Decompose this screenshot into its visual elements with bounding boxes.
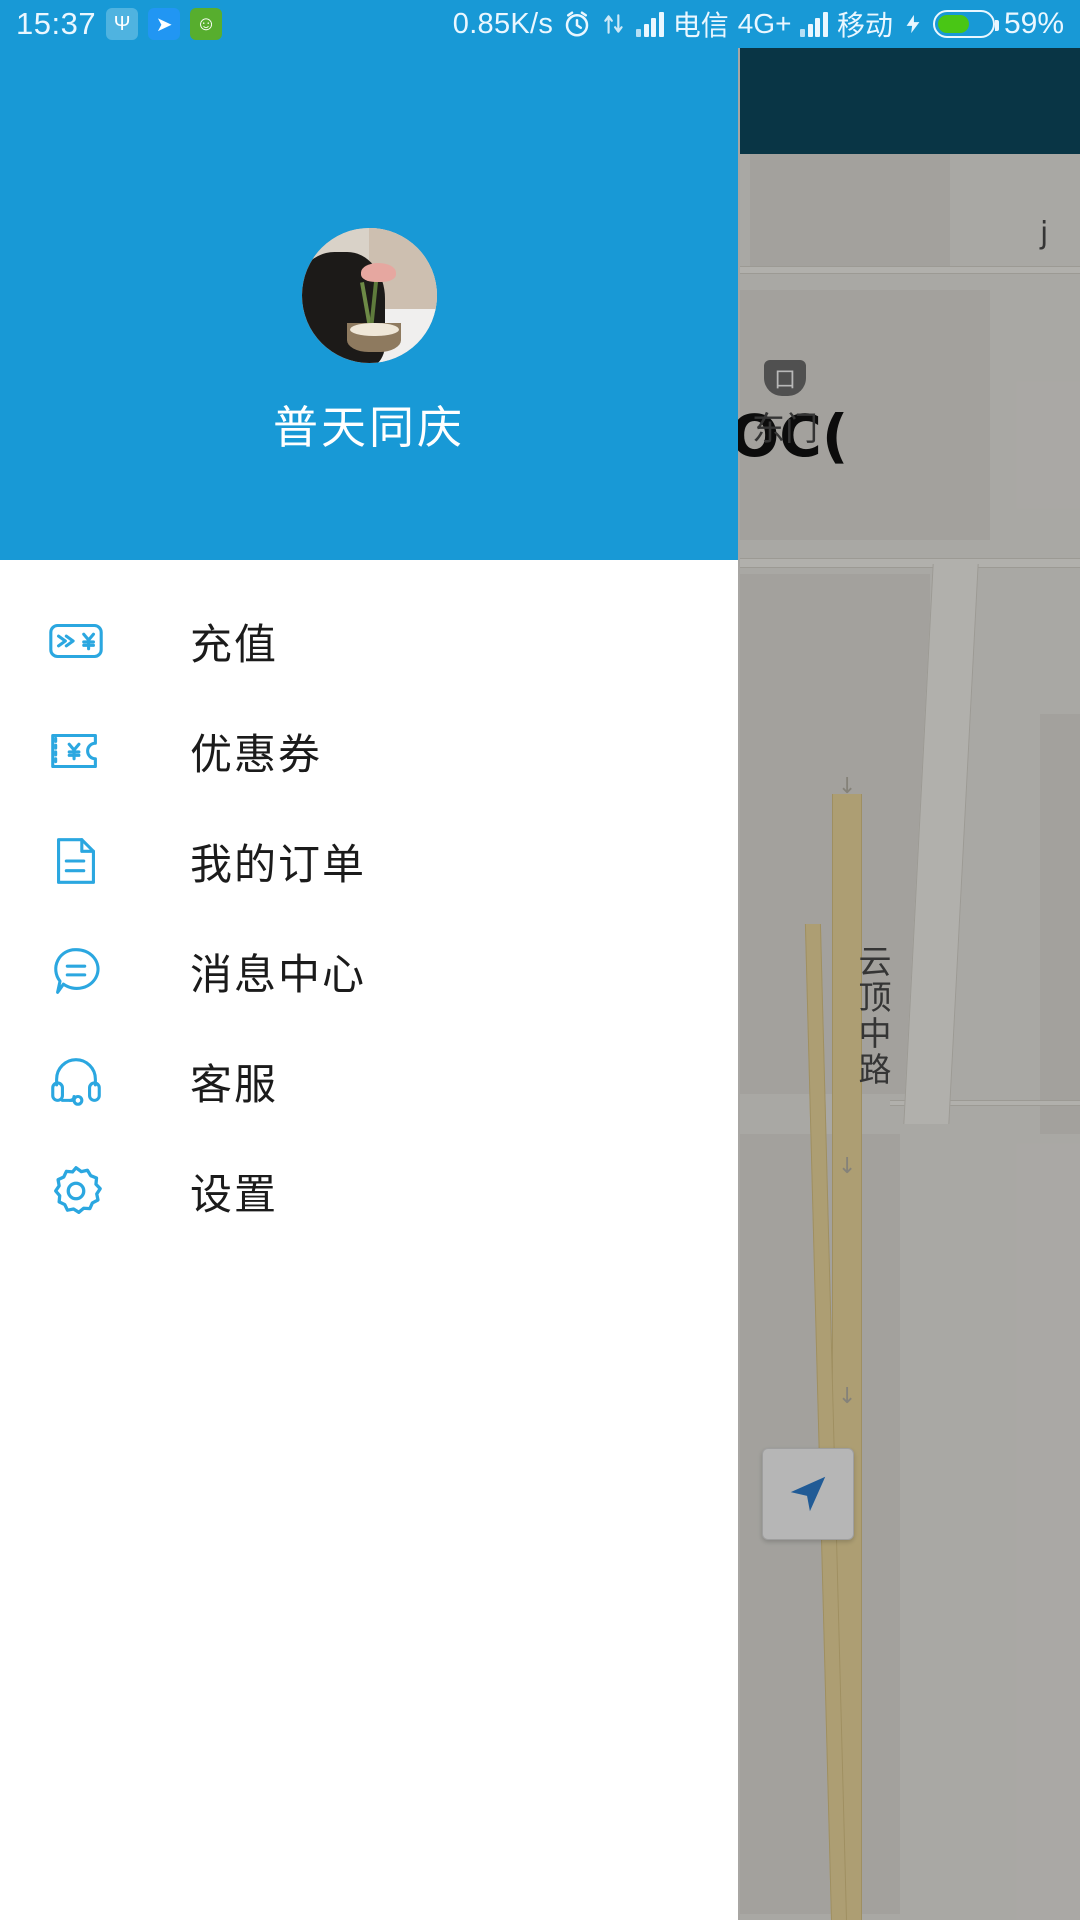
signal-bars-telecom-icon bbox=[636, 11, 664, 37]
map-top-dark-band bbox=[740, 48, 1080, 154]
map-label-small: j bbox=[1040, 216, 1049, 251]
map-block bbox=[750, 154, 950, 274]
menu-item-label: 设置 bbox=[190, 1169, 279, 1219]
paper-plane-icon: ➤ bbox=[148, 8, 181, 40]
menu-item-label: 我的订单 bbox=[190, 839, 367, 889]
profile-username: 普天同庆 bbox=[272, 401, 465, 454]
my-location-button[interactable] bbox=[762, 1448, 854, 1540]
carrier-name-mobile: 移动 bbox=[836, 10, 893, 41]
phone-screen: ↓ ↓ ↓ j OC( 口 东门 云顶中路 普天同庆 充值 优惠券 我的订单 消… bbox=[0, 0, 1080, 1920]
headset-support-icon bbox=[42, 1047, 110, 1115]
robot-face-icon: ☺ bbox=[190, 8, 223, 40]
usb-icon: Ψ bbox=[106, 8, 139, 40]
menu-item-settings[interactable]: 设置 bbox=[0, 1136, 738, 1246]
menu-item-recharge[interactable]: 充值 bbox=[0, 586, 738, 696]
drawer-menu-list: 充值 优惠券 我的订单 消息中心 客服 设置 bbox=[0, 560, 738, 1246]
avatar-photo-region bbox=[350, 322, 399, 336]
map-gate-label: 东门 bbox=[752, 409, 818, 448]
lightning-bolt-icon bbox=[906, 14, 920, 34]
recharge-card-icon bbox=[42, 607, 110, 675]
status-bar: 15:37 Ψ ➤ ☺ 0.85K/s 电信 4G+ 移动 59% bbox=[0, 0, 1080, 48]
menu-item-my-orders[interactable]: 我的订单 bbox=[0, 806, 738, 916]
map-direction-arrow-icon: ↓ bbox=[838, 1384, 857, 1409]
map-direction-arrow-icon: ↓ bbox=[838, 1154, 857, 1179]
settings-gear-icon bbox=[42, 1157, 110, 1225]
network-speed: 0.85K/s bbox=[452, 7, 554, 40]
menu-item-customer-service[interactable]: 客服 bbox=[0, 1026, 738, 1136]
map-road-horizontal bbox=[740, 558, 1080, 568]
coupon-ticket-icon bbox=[42, 717, 110, 785]
order-document-icon bbox=[42, 827, 110, 895]
message-bubble-icon bbox=[42, 937, 110, 1005]
status-bar-right: 0.85K/s 电信 4G+ 移动 59% bbox=[453, 4, 1064, 44]
map-block bbox=[1040, 714, 1080, 1134]
map-canvas[interactable]: ↓ ↓ ↓ j OC( 口 东门 云顶中路 bbox=[730, 154, 1080, 1920]
battery-icon bbox=[932, 10, 999, 38]
battery-percent: 59% bbox=[1003, 7, 1064, 40]
alarm-clock-icon bbox=[565, 11, 589, 37]
status-time: 15:37 bbox=[16, 6, 97, 41]
map-poi-badge-icon: 口 bbox=[764, 360, 806, 396]
menu-item-label: 客服 bbox=[190, 1059, 279, 1109]
data-updown-icon bbox=[604, 14, 623, 34]
avatar-photo-region bbox=[360, 263, 396, 282]
signal-bars-mobile-icon bbox=[800, 11, 828, 37]
map-road-label: 云顶中路 bbox=[853, 944, 892, 1088]
avatar[interactable] bbox=[301, 228, 437, 363]
map-direction-arrow-icon: ↓ bbox=[838, 774, 857, 799]
menu-item-label: 消息中心 bbox=[190, 949, 367, 999]
menu-item-label: 优惠券 bbox=[190, 729, 323, 779]
menu-item-label: 充值 bbox=[190, 619, 279, 669]
status-bar-left: 15:37 Ψ ➤ ☺ bbox=[16, 6, 223, 42]
map-road-horizontal bbox=[740, 266, 1080, 274]
menu-item-message-center[interactable]: 消息中心 bbox=[0, 916, 738, 1026]
navigation-drawer: 普天同庆 充值 优惠券 我的订单 消息中心 客服 设置 bbox=[0, 48, 738, 1920]
drawer-profile-header: 普天同庆 bbox=[0, 48, 738, 560]
network-type-label: 4G+ bbox=[737, 8, 792, 39]
menu-item-coupon[interactable]: 优惠券 bbox=[0, 696, 738, 806]
carrier-name-telecom: 电信 bbox=[672, 10, 729, 41]
navigation-arrow-icon bbox=[790, 1476, 826, 1512]
